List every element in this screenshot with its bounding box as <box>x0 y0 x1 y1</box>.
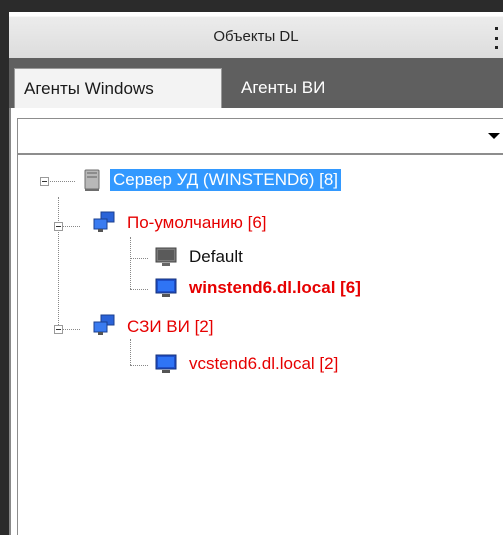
computer-online-icon <box>155 278 177 297</box>
tree-node-group-szi-vi[interactable]: СЗИ ВИ [2] <box>124 316 216 338</box>
tab-content: Сервер УД (WINSTEND6) [8] По-умолчанию [… <box>9 108 503 535</box>
panel-title-bar[interactable]: Объекты DL <box>9 16 503 60</box>
dl-objects-panel: Объекты DL Агенты Windows Агенты ВИ Серв… <box>9 12 503 535</box>
tree-connector <box>58 197 59 329</box>
tree-connector <box>130 365 148 366</box>
filter-combobox[interactable] <box>17 118 503 154</box>
network-group-icon <box>93 211 115 232</box>
tree-connector <box>130 289 148 290</box>
tab-strip: Агенты Windows Агенты ВИ <box>9 58 503 108</box>
window-frame-left <box>0 0 9 535</box>
network-group-icon <box>93 314 115 335</box>
panel-title: Объекты DL <box>213 28 299 45</box>
tree-node-group-default[interactable]: По-умолчанию [6] <box>124 212 270 234</box>
tree-node-agent-default[interactable]: Default <box>186 246 246 268</box>
tree-node-agent-winstend6[interactable]: winstend6.dl.local [6] <box>186 277 364 299</box>
server-icon <box>84 169 100 191</box>
computer-offline-icon <box>155 247 177 266</box>
tree-node-root-server[interactable]: Сервер УД (WINSTEND6) [8] <box>110 169 341 191</box>
collapse-group-szi-vi-icon[interactable] <box>54 325 63 334</box>
collapse-root-icon[interactable] <box>40 177 49 186</box>
tree-connector <box>130 237 131 289</box>
tab-vi-agents[interactable]: Агенты ВИ <box>241 68 371 108</box>
tree-connector <box>130 258 148 259</box>
computer-online-icon <box>155 354 177 373</box>
agents-tree: Сервер УД (WINSTEND6) [8] По-умолчанию [… <box>17 154 503 535</box>
dropdown-arrow-icon[interactable] <box>488 133 500 139</box>
tree-node-agent-vcstend6[interactable]: vcstend6.dl.local [2] <box>186 353 341 375</box>
tab-windows-agents[interactable]: Агенты Windows <box>14 68 222 108</box>
tree-connector <box>130 339 131 365</box>
collapse-group-default-icon[interactable] <box>54 222 63 231</box>
window-frame-top <box>0 0 503 12</box>
panel-menu-grip-icon[interactable] <box>495 27 499 49</box>
tree-connector <box>45 181 75 182</box>
